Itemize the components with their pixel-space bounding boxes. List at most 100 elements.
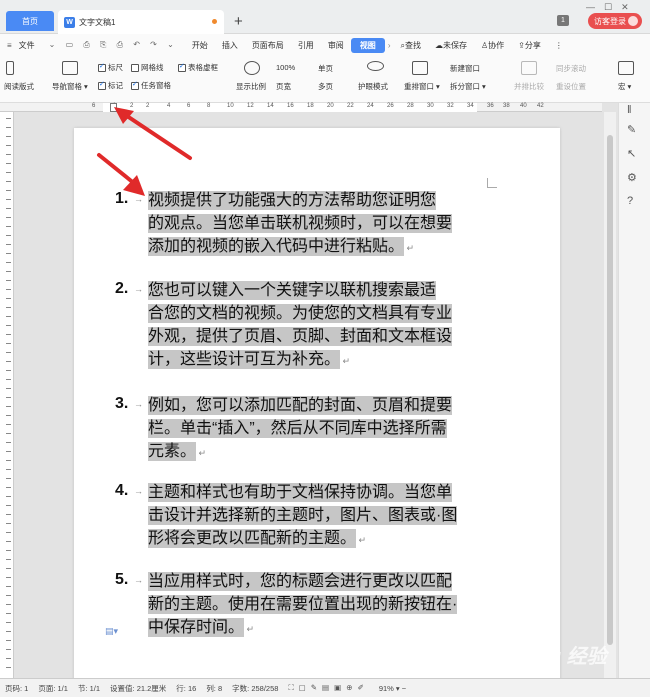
ruler-tick <box>6 586 11 587</box>
single-page-button[interactable]: 单页 <box>318 63 333 74</box>
pointer-icon[interactable]: ↖ <box>627 147 636 160</box>
marks-checkbox[interactable]: 标记 <box>98 80 123 91</box>
ruler-tick <box>6 298 11 299</box>
menu-review[interactable]: 审阅 <box>321 40 351 51</box>
status-pages[interactable]: 页面: 1/1 <box>33 683 73 694</box>
status-page[interactable]: 页码: 1 <box>0 683 33 694</box>
status-words[interactable]: 字数: 258/258 <box>227 683 283 694</box>
list-item[interactable]: 您也可以键入一个关键字以联机搜索最适 合您的文档的视频。为使您的文档具有专业 外观，… <box>148 279 488 373</box>
close-icon[interactable]: ✕ <box>621 2 629 13</box>
watermark: Bai du 经验 <box>500 646 607 668</box>
paragraph-mark-icon: ↵ <box>244 624 255 634</box>
menu-reference[interactable]: 引用 <box>291 40 321 51</box>
page-width-button[interactable]: 页宽 <box>276 81 291 92</box>
ruler-tick <box>6 433 11 434</box>
unsaved-label: 未保存 <box>442 40 467 50</box>
taskpane-label: 任务窗格 <box>141 81 171 90</box>
status-setting[interactable]: 设置值: 21.2厘米 <box>105 683 171 694</box>
ruler-tick <box>6 325 11 326</box>
menu-insert[interactable]: 插入 <box>215 40 245 51</box>
tab-document[interactable]: W 文字文稿1 <box>58 10 224 34</box>
scrollbar-thumb[interactable] <box>607 135 613 645</box>
ruler-tick <box>6 541 11 542</box>
list-item-line: 新的主题。使用在需要位置出现的新按钮在· <box>148 593 488 616</box>
status-section[interactable]: 节: 1/1 <box>73 683 105 694</box>
split-window-button[interactable]: 拆分窗口 ▾ <box>450 81 486 92</box>
new-window-button[interactable]: 新建窗口 <box>450 63 480 74</box>
status-row[interactable]: 行: 16 <box>171 683 201 694</box>
rearrange-button[interactable]: 重排窗口 ▾ <box>404 81 440 92</box>
ruler-tick <box>6 577 11 578</box>
ruler-tick <box>6 244 11 245</box>
ruler-checkbox[interactable]: 标尺 <box>98 62 123 73</box>
macro-label: 宏 <box>618 82 626 91</box>
paragraph-mark-icon: ↵ <box>404 243 415 253</box>
view-mode-icons[interactable]: ⛶▢✎▤▣⊕✐ <box>283 683 373 693</box>
settings-icon[interactable]: ⚙ <box>627 171 637 184</box>
zoom-100-button[interactable]: 100% <box>276 63 295 72</box>
ruler-number: 10 <box>227 103 234 109</box>
vertical-ruler[interactable] <box>0 112 14 678</box>
paste-options-icon[interactable]: ▤▾ <box>105 626 118 637</box>
list-item-line: 视频提供了功能强大的方法帮助您证明您 <box>148 189 488 212</box>
more-tabs-icon[interactable]: › <box>385 41 394 50</box>
ruler-tick <box>6 316 11 317</box>
unsaved-dot-icon <box>212 19 217 24</box>
ruler-tick <box>6 370 11 371</box>
eyecare-button[interactable]: 护眼模式 <box>358 81 388 92</box>
menu-start[interactable]: 开始 <box>185 40 215 51</box>
search-button[interactable]: ⌕查找 <box>393 40 427 51</box>
list-item[interactable]: 例如，您可以添加匹配的封面、页眉和提要栏。单击“插入”，然后从不同库中选择所需元… <box>148 394 488 465</box>
menu-view[interactable]: 视图 <box>350 37 385 53</box>
help-icon[interactable]: ? <box>627 195 633 207</box>
list-item[interactable]: 当应用样式时，您的标题会进行更改以匹配 新的主题。使用在需要位置出现的新按钮在· 中… <box>148 570 488 641</box>
tab-home[interactable]: 首页 <box>6 11 54 31</box>
unsaved-button[interactable]: ☁未保存 <box>428 40 474 51</box>
macro-button[interactable]: 宏 ▾ <box>618 81 631 92</box>
zoom-level[interactable]: 91% ▾ − <box>374 684 411 693</box>
list-item[interactable]: 主题和样式也有助于文档保持协调。当您单 击设计并选择新的主题时，图片、图表或·图形… <box>148 481 488 552</box>
ruler-tick <box>6 667 11 668</box>
selected-text: 外观，提供了页眉、页脚、封面和文本框设 <box>148 327 453 346</box>
ruler-tick <box>6 406 11 407</box>
selected-text: 栏。单击“插入”，然后从不同库中选择所需 <box>148 419 447 438</box>
gridlines-checkbox[interactable]: 网格线 <box>131 62 164 73</box>
window-controls[interactable]: — ☐ ✕ <box>586 2 629 13</box>
minimize-icon[interactable]: — <box>586 2 595 13</box>
new-tab-icon[interactable]: + <box>234 13 243 30</box>
taskpane-checkbox[interactable]: 任务窗格 <box>131 80 171 91</box>
panel-collapse-icon[interactable]: ‖ <box>627 104 632 116</box>
ruler-tick <box>6 379 11 380</box>
menu-bar: ≡ 文件 ⌄ ▭ ⎙ ⎘ ⎙ ↶ ↷ ⌄ 开始 插入 页面布局 引用 审阅 视图… <box>0 34 650 56</box>
menu-layout[interactable]: 页面布局 <box>245 40 291 51</box>
macro-icon <box>618 61 634 75</box>
multi-page-button[interactable]: 多页 <box>318 81 333 92</box>
ruler-tick <box>6 343 11 344</box>
maximize-icon[interactable]: ☐ <box>604 2 612 13</box>
ruler-number: 24 <box>367 103 374 109</box>
tab-document-label: 文字文稿1 <box>79 17 116 27</box>
login-button[interactable]: 访客登录 <box>588 13 642 29</box>
nav-pane-button[interactable]: 导航窗格 ▾ <box>52 81 88 92</box>
list-item-line: 计，这些设计可互为补充。 ↵ <box>148 348 488 373</box>
nav-pane-label: 导航窗格 <box>52 82 82 91</box>
zoom-button[interactable]: 显示比例 <box>236 81 266 92</box>
share-button[interactable]: ⇪分享 <box>511 40 548 51</box>
read-mode-button[interactable]: 阅读版式 <box>4 81 34 92</box>
dropdown-icon: ▾ <box>84 82 88 91</box>
pen-icon[interactable]: ✎ <box>627 123 636 136</box>
list-item[interactable]: 视频提供了功能强大的方法帮助您证明您 的观点。当您单击联机视频时，可以在想要 添加的… <box>148 189 488 260</box>
ruler-tick <box>6 604 11 605</box>
ruler-tick <box>6 424 11 425</box>
list-item-line: 例如，您可以添加匹配的封面、页眉和提要 <box>148 394 488 417</box>
selected-text: 元素。 <box>148 442 197 461</box>
quick-access-icons[interactable]: ⌄ ▭ ⎙ ⎘ ⎙ ↶ ↷ ⌄ <box>42 40 185 50</box>
checkbox-icon <box>98 62 106 72</box>
table-frame-checkbox[interactable]: 表格虚框 <box>178 62 218 73</box>
page-badge[interactable]: 1 <box>557 15 569 26</box>
status-col[interactable]: 列: 8 <box>201 683 227 694</box>
hamburger-icon[interactable]: ≡ <box>0 41 19 50</box>
collab-button[interactable]: ♙协作 <box>474 40 511 51</box>
menu-file[interactable]: 文件 <box>19 40 42 51</box>
more-icon[interactable]: ⋮ <box>548 41 570 50</box>
